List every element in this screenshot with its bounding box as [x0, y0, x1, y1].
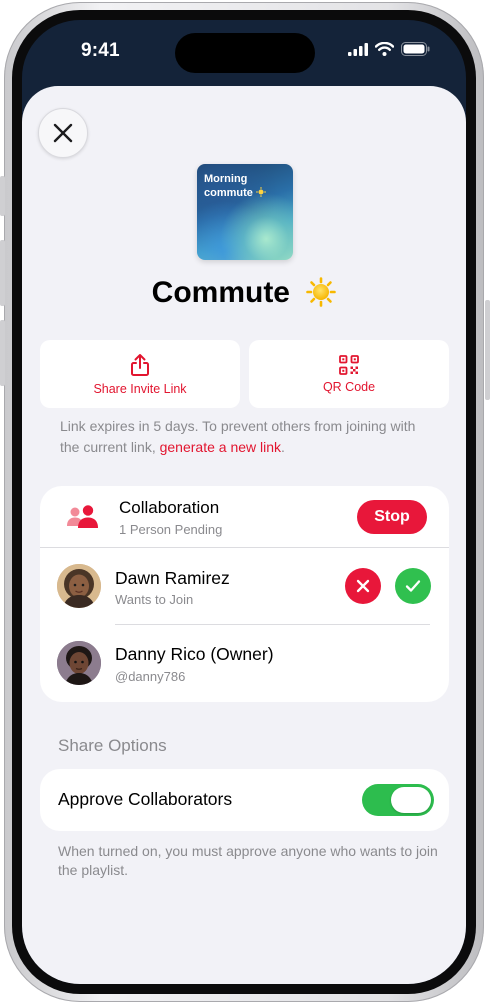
link-expiry-text: Link expires in 5 days. To prevent other… — [60, 418, 416, 455]
share-sheet: Morning commute Commute Share Invite Lin… — [22, 86, 466, 984]
divider — [40, 547, 449, 548]
person-handle: @danny786 — [115, 669, 186, 684]
sun-emoji-icon — [306, 277, 337, 307]
checkmark-icon — [405, 580, 421, 592]
battery-icon — [401, 42, 430, 56]
toggle-knob — [391, 787, 431, 813]
status-bar: 9:41 — [22, 20, 466, 90]
close-icon — [53, 123, 73, 143]
stop-collaboration-button[interactable]: Stop — [357, 500, 427, 534]
approve-collaborators-footnote: When turned on, you must approve anyone … — [58, 843, 438, 878]
share-invite-link-label: Share Invite Link — [93, 381, 187, 396]
memoji-danny-icon — [57, 641, 101, 685]
collaboration-title: Collaboration — [119, 498, 220, 517]
playlist-title-row: Commute — [22, 276, 466, 310]
volume-up-button — [0, 240, 5, 306]
decline-button[interactable] — [345, 568, 381, 604]
status-time: 9:41 — [81, 40, 120, 61]
memoji-dawn-icon — [57, 564, 101, 608]
person-status: Wants to Join — [115, 592, 194, 607]
pending-count: 1 Person Pending — [119, 522, 223, 537]
generate-new-link[interactable]: generate a new link — [160, 439, 281, 455]
approve-collaborators-toggle[interactable] — [362, 784, 434, 816]
close-button[interactable] — [38, 108, 88, 158]
volume-down-button — [0, 320, 5, 386]
cellular-signal-icon — [348, 42, 368, 56]
side-button — [0, 176, 5, 216]
power-button — [485, 300, 490, 400]
playlist-artwork: Morning commute — [197, 164, 293, 260]
avatar — [57, 641, 101, 685]
x-mark-icon — [356, 579, 370, 593]
share-invite-link-button[interactable]: Share Invite Link — [40, 340, 240, 408]
person-name: Danny Rico (Owner) — [115, 644, 274, 664]
status-icons — [348, 42, 430, 56]
avatar — [57, 564, 101, 608]
share-options-header: Share Options — [58, 736, 167, 755]
approve-collaborators-label: Approve Collaborators — [58, 789, 233, 809]
approve-collaborators-row: Approve Collaborators — [40, 769, 449, 831]
dynamic-island — [175, 33, 315, 73]
approve-button[interactable] — [395, 568, 431, 604]
collaboration-card: Collaboration 1 Person Pending Stop Dawn… — [40, 486, 449, 702]
playlist-title: Commute — [151, 276, 290, 309]
qr-code-icon — [339, 354, 359, 375]
qr-code-button[interactable]: QR Code — [249, 340, 449, 408]
artwork-title: Morning commute — [204, 172, 284, 200]
people-icon — [67, 505, 98, 528]
divider — [115, 624, 430, 625]
wifi-icon — [375, 42, 394, 56]
person-name: Dawn Ramirez — [115, 568, 230, 588]
share-icon — [131, 353, 149, 376]
phone-screen: 9:41 Morning commute Commute Share Invit… — [22, 20, 466, 984]
sun-emoji-icon — [255, 186, 267, 198]
qr-code-label: QR Code — [322, 379, 376, 394]
